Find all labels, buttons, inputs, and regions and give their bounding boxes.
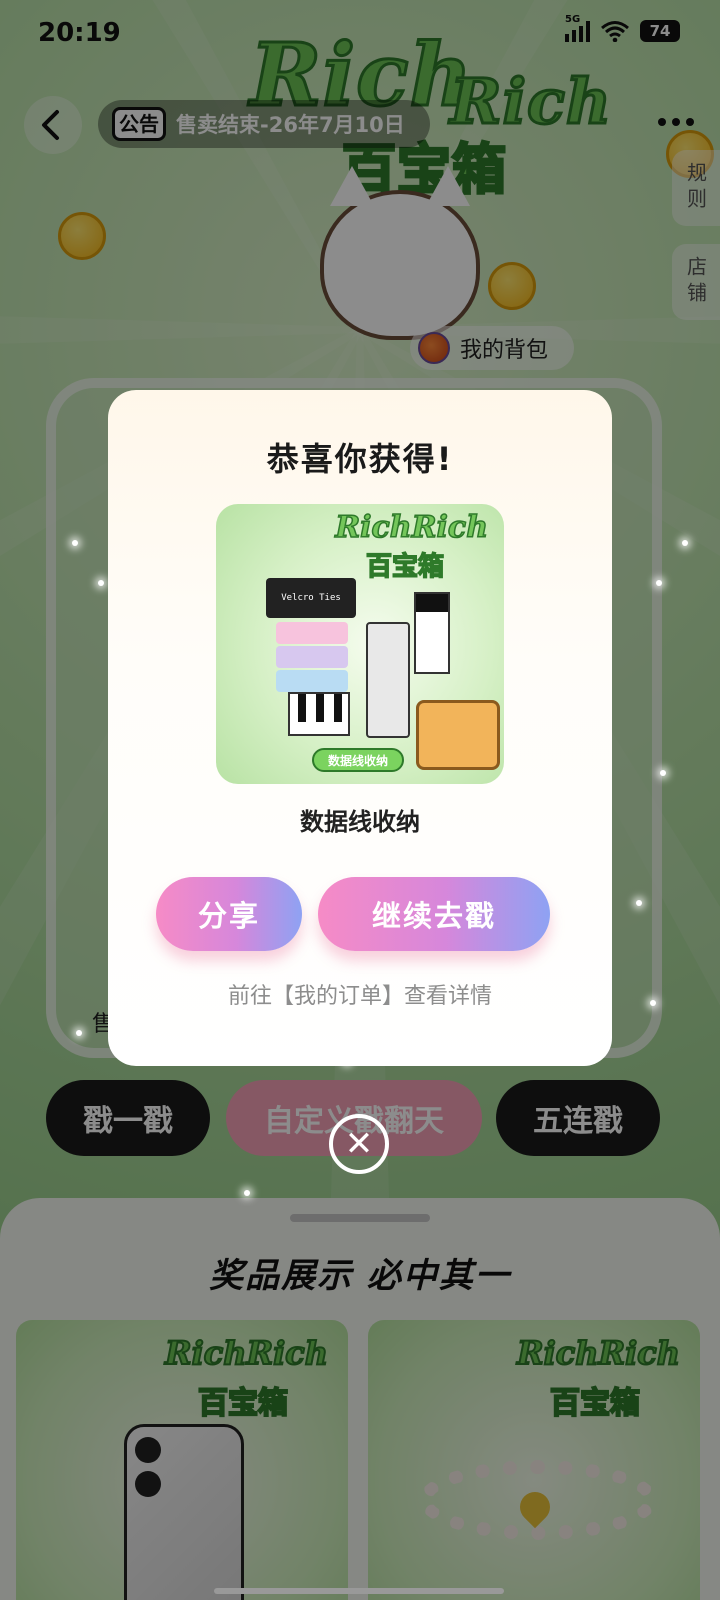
velcro-package: Velcro Ties: [266, 578, 356, 618]
velcro-strip: [276, 670, 348, 692]
piano-keys: [288, 692, 350, 736]
cable-pouch: [366, 622, 410, 738]
gift-box: [414, 592, 450, 674]
prize-image-label: 数据线收纳: [312, 748, 404, 772]
prize-name: 数据线收纳: [300, 808, 420, 836]
prize-image-logo: RichRich: [334, 509, 488, 546]
close-icon: ✕: [344, 1124, 374, 1164]
treasure-chest: [416, 700, 500, 770]
velcro-strip: [276, 622, 348, 644]
prize-image-logo-sub: 百宝箱: [365, 551, 445, 583]
close-button[interactable]: ✕: [329, 1114, 389, 1174]
my-orders-link[interactable]: 前往【我的订单】查看详情: [108, 978, 612, 1010]
prize-modal: 恭喜你获得! RichRich 百宝箱 Velcro Ties 数据线收纳 数据…: [108, 390, 612, 1066]
home-indicator[interactable]: [214, 1588, 504, 1594]
share-button[interactable]: 分享: [156, 877, 302, 951]
modal-title: 恭喜你获得!: [266, 440, 454, 478]
continue-button[interactable]: 继续去戳: [318, 877, 550, 951]
prize-image: RichRich 百宝箱 Velcro Ties 数据线收纳: [216, 504, 504, 784]
velcro-strip: [276, 646, 348, 668]
